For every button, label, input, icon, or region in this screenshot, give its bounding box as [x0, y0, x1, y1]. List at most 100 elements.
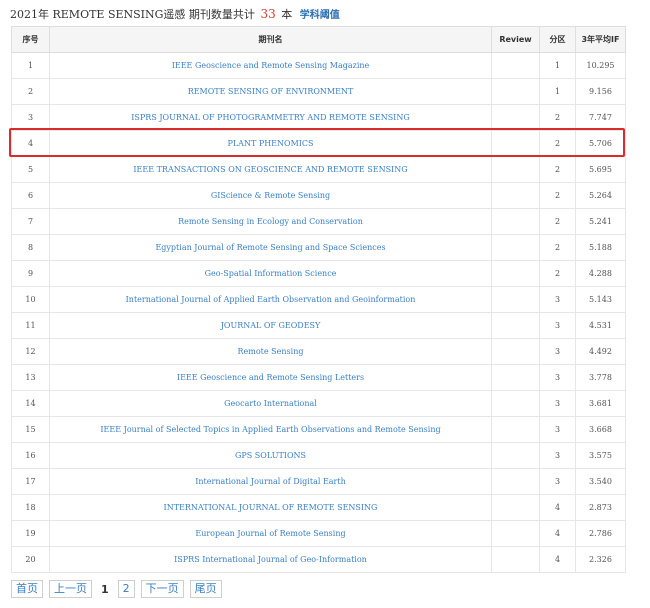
- table-row: 5 IEEE TRANSACTIONS ON GEOSCIENCE AND REM…: [11, 156, 626, 183]
- if-cell: 4.492: [575, 338, 626, 365]
- zone-cell: 3: [539, 286, 576, 313]
- row-number: 14: [11, 390, 50, 417]
- pagination: 首页 上一页 1 2 下一页 尾页: [11, 580, 222, 598]
- if-cell: 5.264: [575, 182, 626, 209]
- if-cell: 2.326: [575, 546, 626, 573]
- if-cell: 3.681: [575, 390, 626, 417]
- if-cell: 2.873: [575, 494, 626, 521]
- journal-name-link[interactable]: GPS SOLUTIONS: [49, 442, 492, 469]
- row-number: 16: [11, 442, 50, 469]
- table-row: 6 GIScience & Remote Sensing 2 5.264: [11, 182, 626, 209]
- row-number: 20: [11, 546, 50, 573]
- journal-name-link[interactable]: Remote Sensing: [49, 338, 492, 365]
- page-2-button[interactable]: 2: [117, 580, 135, 598]
- row-number: 9: [11, 260, 50, 287]
- review-cell: [491, 182, 540, 209]
- zone-cell: 2: [539, 208, 576, 235]
- table-header-row: 序号 期刊名 Review 分区 3年平均IF: [11, 26, 626, 53]
- first-page-button[interactable]: 首页: [11, 580, 43, 598]
- title-prefix: 2021年 REMOTE SENSING遥感 期刊数量共计: [10, 8, 255, 21]
- table-row: 11 JOURNAL OF GEODESY 3 4.531: [11, 312, 626, 339]
- table-row: 7 Remote Sensing in Ecology and Conservat…: [11, 208, 626, 235]
- journal-name-link[interactable]: Geocarto International: [49, 390, 492, 417]
- review-cell: [491, 156, 540, 183]
- journal-name-link[interactable]: Geo-Spatial Information Science: [49, 260, 492, 287]
- journal-name-link[interactable]: ISPRS International Journal of Geo-Infor…: [49, 546, 492, 573]
- last-page-button[interactable]: 尾页: [189, 580, 222, 598]
- zone-cell: 2: [539, 104, 576, 131]
- if-cell: 3.668: [575, 416, 626, 443]
- journal-name-link[interactable]: JOURNAL OF GEODESY: [49, 312, 492, 339]
- current-page: 1: [101, 582, 109, 596]
- journal-name-link[interactable]: REMOTE SENSING OF ENVIRONMENT: [49, 78, 492, 105]
- row-number: 12: [11, 338, 50, 365]
- column-header-if: 3年平均IF: [575, 26, 626, 53]
- if-cell: 5.143: [575, 286, 626, 313]
- journal-name-link[interactable]: IEEE TRANSACTIONS ON GEOSCIENCE AND REMO…: [49, 156, 492, 183]
- row-number: 6: [11, 182, 50, 209]
- table-row: 1 IEEE Geoscience and Remote Sensing Maga…: [11, 52, 626, 79]
- zone-cell: 3: [539, 416, 576, 443]
- review-cell: [491, 104, 540, 131]
- row-number: 10: [11, 286, 50, 313]
- if-cell: 4.531: [575, 312, 626, 339]
- zone-cell: 3: [539, 312, 576, 339]
- table-row: 8 Egyptian Journal of Remote Sensing and …: [11, 234, 626, 261]
- row-number: 8: [11, 234, 50, 261]
- journal-name-link[interactable]: IEEE Journal of Selected Topics in Appli…: [49, 416, 492, 443]
- journal-name-link[interactable]: GIScience & Remote Sensing: [49, 182, 492, 209]
- zone-cell: 2: [539, 182, 576, 209]
- zone-cell: 4: [539, 494, 576, 521]
- zone-cell: 2: [539, 260, 576, 287]
- if-cell: 5.241: [575, 208, 626, 235]
- journal-name-link[interactable]: European Journal of Remote Sensing: [49, 520, 492, 547]
- next-page-button[interactable]: 下一页: [140, 580, 184, 598]
- row-number: 17: [11, 468, 50, 495]
- review-cell: [491, 52, 540, 79]
- table-row: 16 GPS SOLUTIONS 3 3.575: [11, 442, 626, 469]
- zone-cell: 3: [539, 364, 576, 391]
- if-cell: 2.786: [575, 520, 626, 547]
- journal-name-link[interactable]: ISPRS JOURNAL OF PHOTOGRAMMETRY AND REMO…: [49, 104, 492, 131]
- row-number: 13: [11, 364, 50, 391]
- if-cell: 3.540: [575, 468, 626, 495]
- row-number: 5: [11, 156, 50, 183]
- threshold-link[interactable]: 学科阈值: [300, 10, 340, 21]
- journal-name-link[interactable]: International Journal of Applied Earth O…: [49, 286, 492, 313]
- journal-table: 序号 期刊名 Review 分区 3年平均IF 1 IEEE Geoscience…: [11, 26, 626, 573]
- table-row: 3 ISPRS JOURNAL OF PHOTOGRAMMETRY AND REM…: [11, 104, 626, 131]
- zone-cell: 3: [539, 442, 576, 469]
- row-number: 2: [11, 78, 50, 105]
- zone-cell: 2: [539, 234, 576, 261]
- journal-name-link[interactable]: International Journal of Digital Earth: [49, 468, 492, 495]
- review-cell: [491, 468, 540, 495]
- journal-name-link[interactable]: IEEE Geoscience and Remote Sensing Magaz…: [49, 52, 492, 79]
- table-row: 13 IEEE Geoscience and Remote Sensing Let…: [11, 364, 626, 391]
- if-cell: 9.156: [575, 78, 626, 105]
- if-cell: 3.778: [575, 364, 626, 391]
- zone-cell: 3: [539, 338, 576, 365]
- review-cell: [491, 364, 540, 391]
- if-cell: 4.288: [575, 260, 626, 287]
- table-row: 18 INTERNATIONAL JOURNAL OF REMOTE SENSIN…: [11, 494, 626, 521]
- review-cell: [491, 312, 540, 339]
- row-number: 11: [11, 312, 50, 339]
- review-cell: [491, 390, 540, 417]
- review-cell: [491, 234, 540, 261]
- journal-name-link[interactable]: Egyptian Journal of Remote Sensing and S…: [49, 234, 492, 261]
- review-cell: [491, 78, 540, 105]
- zone-cell: 3: [539, 390, 576, 417]
- zone-cell: 4: [539, 520, 576, 547]
- if-cell: 10.295: [575, 52, 626, 79]
- journal-name-link[interactable]: INTERNATIONAL JOURNAL OF REMOTE SENSING: [49, 494, 492, 521]
- table-row: 9 Geo-Spatial Information Science 2 4.288: [11, 260, 626, 287]
- review-cell: [491, 442, 540, 469]
- table-row: 19 European Journal of Remote Sensing 4 2.7…: [11, 520, 626, 547]
- table-row: 14 Geocarto International 3 3.681: [11, 390, 626, 417]
- zone-cell: 3: [539, 468, 576, 495]
- if-cell: 3.575: [575, 442, 626, 469]
- journal-name-link[interactable]: Remote Sensing in Ecology and Conservati…: [49, 208, 492, 235]
- row-number: 1: [11, 52, 50, 79]
- journal-name-link[interactable]: IEEE Geoscience and Remote Sensing Lette…: [49, 364, 492, 391]
- prev-page-button[interactable]: 上一页: [49, 580, 92, 598]
